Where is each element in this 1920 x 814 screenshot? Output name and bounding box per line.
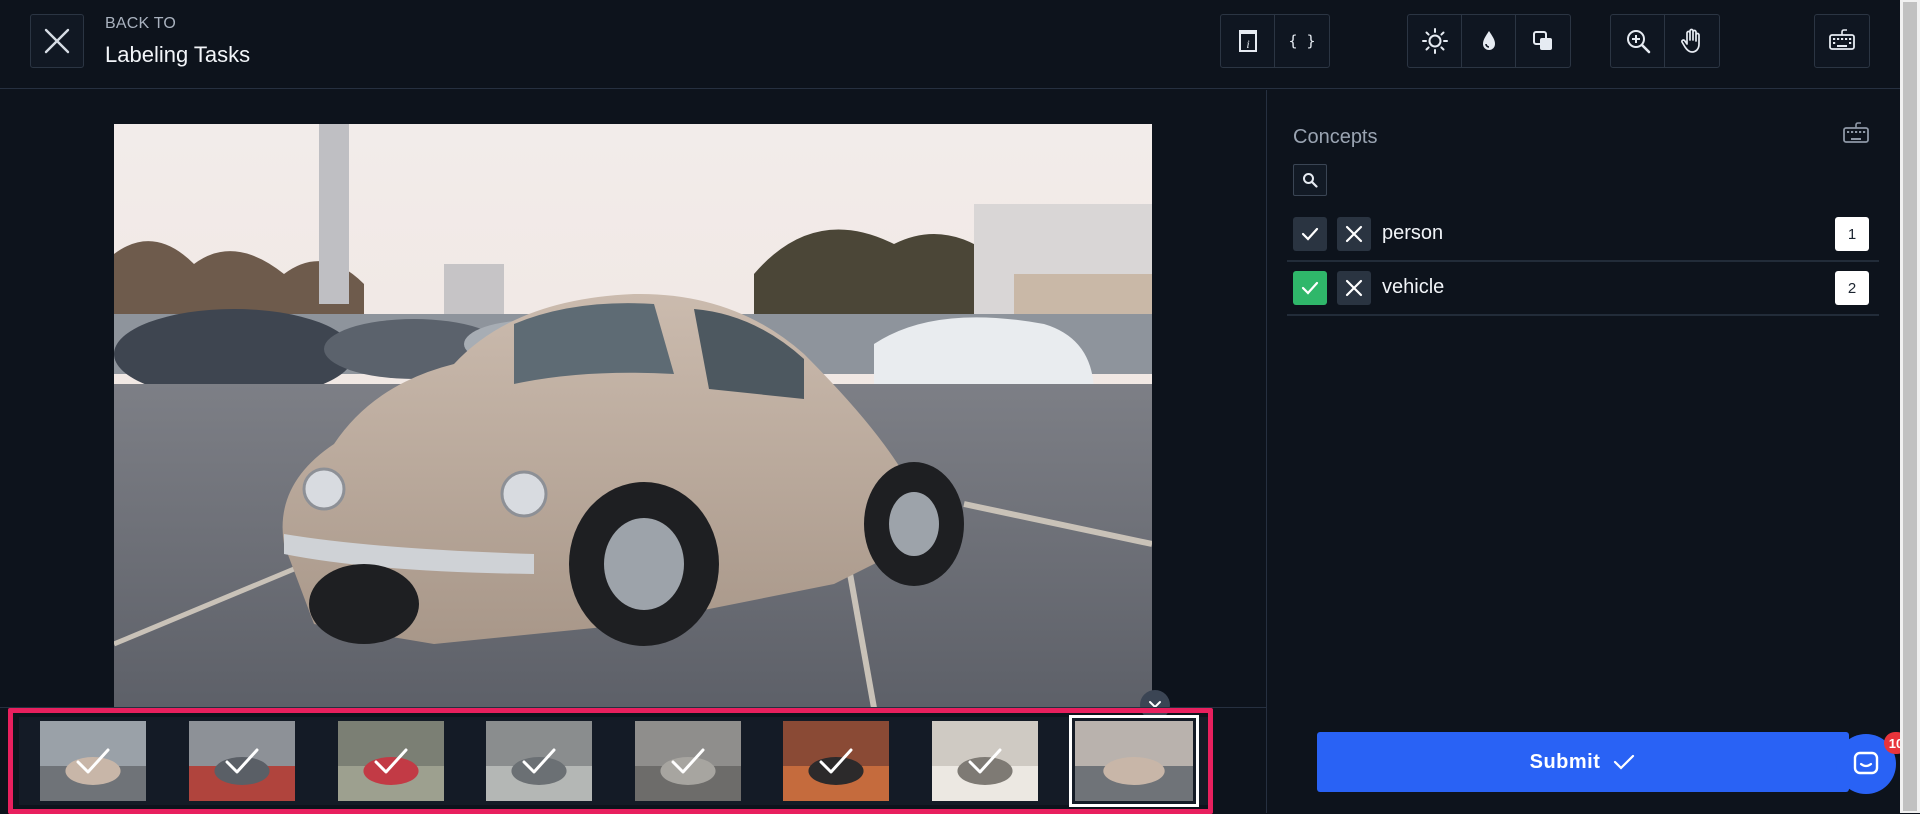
check-icon <box>1301 281 1319 295</box>
thumbnail-image <box>783 721 890 801</box>
thumbnail-image <box>1068 715 1199 807</box>
back-to-link[interactable]: Labeling Tasks <box>105 42 250 68</box>
concept-search-button[interactable] <box>1293 164 1327 196</box>
concepts-panel: Concepts person 1 vehicle 2 Submit <box>1266 90 1900 813</box>
saturation-button[interactable] <box>1462 15 1516 67</box>
concepts-title: Concepts <box>1293 126 1378 148</box>
accept-concept-button[interactable] <box>1293 217 1327 251</box>
filmstrip-thumbnail[interactable] <box>910 717 1060 805</box>
submit-label: Submit <box>1529 750 1601 773</box>
accept-concept-button[interactable] <box>1293 271 1327 305</box>
filmstrip-area <box>0 707 1266 814</box>
close-button[interactable] <box>30 14 84 68</box>
adjust-toolbar-group <box>1407 14 1571 68</box>
filmstrip-thumbnail[interactable] <box>762 717 911 805</box>
thumbnail-image <box>40 721 147 801</box>
thumbnail-image <box>932 721 1039 801</box>
filmstrip-thumbnail[interactable] <box>613 717 763 805</box>
json-button[interactable]: { } <box>1275 15 1329 67</box>
concept-label: vehicle <box>1382 276 1445 298</box>
contrast-icon <box>1533 31 1552 50</box>
close-icon <box>1345 225 1363 243</box>
back-to-label: BACK TO <box>105 15 177 32</box>
zoom-in-icon <box>1626 30 1650 54</box>
info-button[interactable]: i <box>1221 15 1275 67</box>
image-canvas[interactable] <box>0 90 1266 708</box>
check-icon <box>1614 754 1635 770</box>
labeled-image <box>114 124 1152 708</box>
close-icon <box>44 28 70 54</box>
submit-button[interactable]: Submit <box>1317 732 1849 792</box>
reject-concept-button[interactable] <box>1337 217 1371 251</box>
thumbnail-image <box>188 721 295 801</box>
concept-shortcut-key: 1 <box>1835 217 1869 251</box>
check-icon <box>968 748 1002 774</box>
brightness-button[interactable] <box>1408 15 1462 67</box>
view-toolbar-group <box>1610 14 1720 68</box>
filmstrip-thumbnail[interactable] <box>167 717 317 805</box>
pan-hand-icon <box>1681 28 1700 53</box>
keyboard-shortcuts-toggle[interactable] <box>1839 120 1873 148</box>
reject-concept-button[interactable] <box>1337 271 1371 305</box>
concept-row-person: person 1 <box>1287 208 1879 262</box>
check-icon <box>819 748 853 774</box>
chat-icon <box>1853 751 1879 775</box>
close-icon <box>1345 279 1363 297</box>
info-toolbar-group: i { } <box>1220 14 1330 68</box>
saturation-icon <box>1482 31 1495 50</box>
keyboard-icon <box>1829 29 1855 50</box>
check-icon <box>671 748 705 774</box>
thumbnail-image <box>486 721 593 801</box>
zoom-button[interactable] <box>1611 15 1665 67</box>
filmstrip-thumbnail[interactable] <box>1059 715 1208 807</box>
filmstrip-thumbnail[interactable] <box>464 717 614 805</box>
keyboard-toolbar-group <box>1814 14 1870 68</box>
scrollbar-thumb[interactable] <box>1903 2 1917 811</box>
concept-label: person <box>1382 222 1444 244</box>
svg-text:i: i <box>1246 37 1249 51</box>
check-icon <box>76 748 110 774</box>
code-braces-icon: { } <box>1288 32 1316 50</box>
filmstrip-thumbnail[interactable] <box>316 717 465 805</box>
filmstrip-thumbnail[interactable] <box>19 717 168 805</box>
check-icon <box>374 748 408 774</box>
info-icon: i <box>1238 30 1257 52</box>
concept-shortcut-key: 2 <box>1835 271 1869 305</box>
concept-row-vehicle: vehicle 2 <box>1287 262 1879 316</box>
check-icon <box>1301 227 1319 241</box>
contrast-button[interactable] <box>1516 15 1570 67</box>
check-icon <box>522 748 556 774</box>
search-icon <box>1303 173 1318 188</box>
thumbnail-image <box>634 721 741 801</box>
top-header: BACK TO Labeling Tasks i { } <box>0 0 1900 89</box>
thumbnail-image <box>337 721 444 801</box>
brightness-icon <box>1421 28 1448 54</box>
filmstrip <box>8 708 1213 814</box>
keyboard-icon <box>1843 122 1869 143</box>
keyboard-shortcuts-button[interactable] <box>1815 15 1869 67</box>
page-scrollbar[interactable] <box>1900 0 1920 813</box>
check-icon <box>225 748 259 774</box>
pan-button[interactable] <box>1665 15 1719 67</box>
